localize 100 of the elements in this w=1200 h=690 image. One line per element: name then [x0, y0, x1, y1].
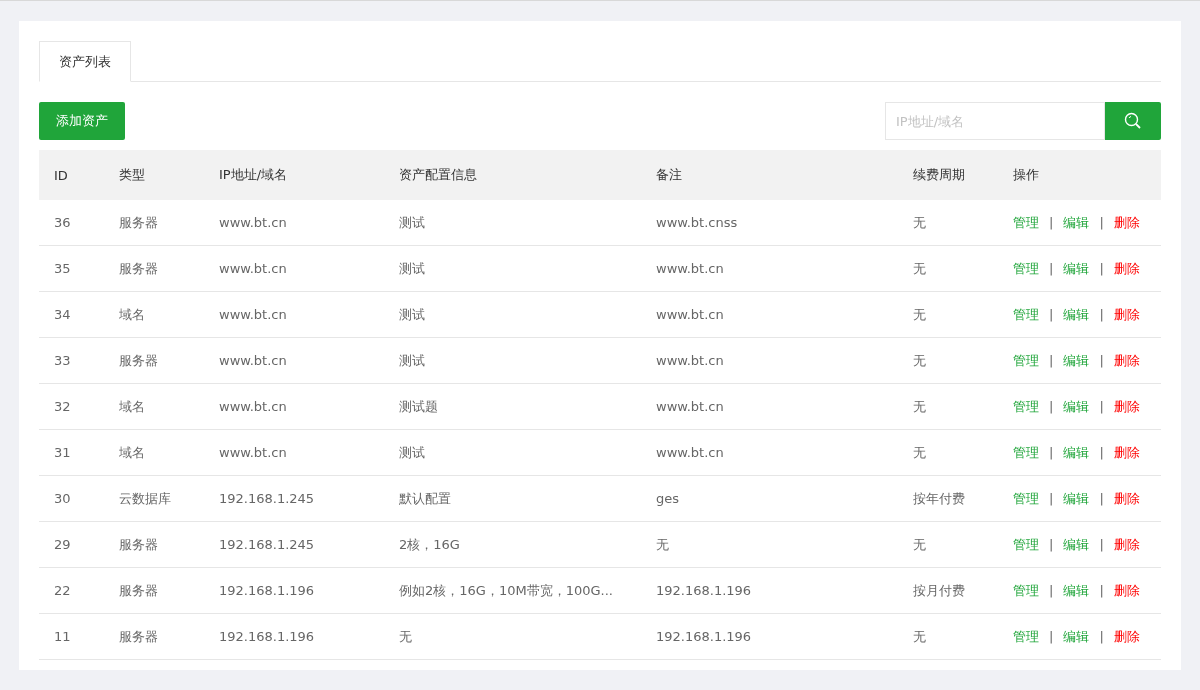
table-cell: 测试 [384, 200, 641, 246]
delete-link[interactable]: 删除 [1113, 398, 1140, 414]
separator: | [1049, 214, 1054, 230]
column-header: 续费周期 [898, 150, 998, 200]
manage-link[interactable]: 管理 [1013, 628, 1039, 644]
table-cell: 域名 [104, 383, 204, 430]
manage-link[interactable]: 管理 [1013, 260, 1039, 276]
table-cell: 11 [39, 613, 104, 660]
table-cell: 192.168.1.196 [204, 613, 384, 660]
table-cell: 云数据库 [104, 475, 204, 522]
edit-link[interactable]: 编辑 [1063, 536, 1090, 552]
table-cell: 29 [39, 521, 104, 568]
separator: | [1099, 306, 1104, 322]
table-cell: 域名 [104, 291, 204, 338]
delete-link[interactable]: 删除 [1113, 260, 1140, 276]
table-cell: www.bt.cn [641, 429, 898, 476]
table-cell: 192.168.1.196 [641, 613, 898, 660]
column-header: 类型 [104, 150, 204, 200]
table-cell: 无 [898, 245, 998, 292]
column-header: ID [39, 150, 104, 200]
separator: | [1099, 214, 1104, 230]
delete-link[interactable]: 删除 [1113, 306, 1140, 322]
table-cell: 无 [384, 613, 641, 660]
add-button[interactable]: 添加资产 [39, 102, 125, 140]
table-cell: 无 [898, 521, 998, 568]
separator: | [1049, 444, 1054, 460]
manage-link[interactable]: 管理 [1013, 352, 1039, 368]
table-cell: 域名 [104, 429, 204, 476]
delete-link[interactable]: 删除 [1113, 582, 1140, 598]
manage-link[interactable]: 管理 [1013, 490, 1039, 506]
separator: | [1099, 352, 1104, 368]
table-cell: 30 [39, 475, 104, 522]
separator: | [1099, 444, 1104, 460]
table-cell: 无 [898, 429, 998, 476]
table-cell: www.bt.cn [204, 383, 384, 430]
table-cell: www.bt.cn [641, 291, 898, 338]
manage-link[interactable]: 管理 [1013, 398, 1039, 414]
table-cell: 34 [39, 291, 104, 338]
column-header: IP地址/域名 [204, 150, 384, 200]
table-cell: 32 [39, 383, 104, 430]
table-cell: 无 [898, 613, 998, 660]
separator: | [1049, 536, 1054, 552]
table-cell: 无 [898, 337, 998, 384]
table-cell: 按年付费 [898, 475, 998, 522]
delete-link[interactable]: 删除 [1113, 490, 1140, 506]
table-cell: 36 [39, 200, 104, 246]
table-cell: www.bt.cn [641, 337, 898, 384]
table-cell: www.bt.cn [204, 200, 384, 246]
table-cell: 22 [39, 567, 104, 614]
separator: | [1049, 260, 1054, 276]
separator: | [1049, 306, 1054, 322]
manage-link[interactable]: 管理 [1013, 444, 1039, 460]
table-cell: 服务器 [104, 613, 204, 660]
edit-link[interactable]: 编辑 [1063, 444, 1090, 460]
table-cell: 无 [641, 521, 898, 568]
manage-link[interactable]: 管理 [1013, 306, 1039, 322]
table-cell: 服务器 [104, 337, 204, 384]
table-cell: ges [641, 475, 898, 522]
edit-link[interactable]: 编辑 [1063, 490, 1090, 506]
edit-link[interactable]: 编辑 [1063, 214, 1090, 230]
table-cell: 192.168.1.196 [641, 567, 898, 614]
table-cell: 无 [898, 383, 998, 430]
table-cell: 服务器 [104, 245, 204, 292]
table-cell: 33 [39, 337, 104, 384]
table-cell: 测试 [384, 245, 641, 292]
separator: | [1099, 490, 1104, 506]
tab[interactable]: 资产列表 [39, 41, 131, 82]
table-cell: 35 [39, 245, 104, 292]
delete-link[interactable]: 删除 [1113, 536, 1140, 552]
separator: | [1049, 398, 1054, 414]
table-cell: www.bt.cn [641, 245, 898, 292]
table-cell: 默认配置 [384, 475, 641, 522]
table-cell: 测试 [384, 337, 641, 384]
manage-link[interactable]: 管理 [1013, 214, 1039, 230]
delete-link[interactable]: 删除 [1113, 444, 1140, 460]
search-icon [1124, 112, 1142, 130]
delete-link[interactable]: 删除 [1113, 352, 1140, 368]
delete-link[interactable]: 删除 [1113, 214, 1140, 230]
column-header: 备注 [641, 150, 898, 200]
table-cell: 无 [898, 291, 998, 338]
edit-link[interactable]: 编辑 [1063, 628, 1090, 644]
delete-link[interactable]: 删除 [1113, 628, 1140, 644]
table-cell: 服务器 [104, 521, 204, 568]
edit-link[interactable]: 编辑 [1063, 306, 1090, 322]
table-cell: 192.168.1.245 [204, 521, 384, 568]
edit-link[interactable]: 编辑 [1063, 352, 1090, 368]
table-cell: 测试题 [384, 383, 641, 430]
column-header: 资产配置信息 [384, 150, 641, 200]
search-field[interactable]: IP地址/域名 [885, 102, 1105, 140]
search-button[interactable] [1105, 102, 1161, 140]
manage-link[interactable]: 管理 [1013, 582, 1039, 598]
edit-link[interactable]: 编辑 [1063, 398, 1090, 414]
separator: | [1049, 628, 1054, 644]
edit-link[interactable]: 编辑 [1063, 582, 1090, 598]
table-cell: 测试 [384, 429, 641, 476]
separator: | [1049, 490, 1054, 506]
separator: | [1049, 582, 1054, 598]
separator: | [1099, 582, 1104, 598]
edit-link[interactable]: 编辑 [1063, 260, 1090, 276]
manage-link[interactable]: 管理 [1013, 536, 1039, 552]
